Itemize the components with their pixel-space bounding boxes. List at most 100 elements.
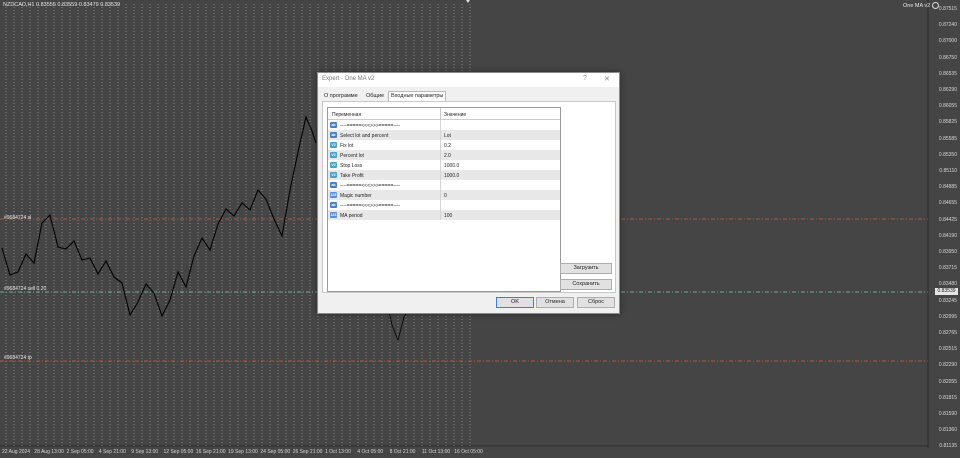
smiley-icon [931,2,939,9]
parameter-row[interactable]: 123 MA period 100 [328,210,560,220]
price-axis-label: 0.84190 [938,232,957,239]
parameter-row[interactable]: ab ----=====<<<>>>=====---- [328,200,560,210]
time-axis-label: 2 Sep 05:00 [66,449,94,455]
price-axis-label: 0.86055 [938,103,957,110]
price-axis-label: 0.83480 [938,281,957,288]
parameters-grid[interactable]: Переменная Значение ab ----=====<<<>>>===… [327,107,561,292]
parameter-row[interactable]: ab ----=====<<<>>>=====---- [328,180,560,190]
parameter-type-icon: V2 [330,162,337,168]
entry-level-label: #9684724 sell 0.20 [4,286,47,292]
parameter-name: Magic number [340,192,372,199]
price-axis-label: 0.81135 [939,443,957,450]
parameter-name: MA period [340,212,363,219]
parameter-name: Fix lot [340,142,354,149]
price-axis-label: 0.84655 [938,200,957,207]
price-axis-label: 0.81815 [938,394,957,401]
price-series-line [1,115,317,318]
close-icon[interactable]: ✕ [604,75,610,83]
parameter-name: ----=====<<<>>>=====---- [340,122,401,129]
price-axis-label: 0.81590 [938,411,957,417]
parameter-type-icon: ab [330,122,337,128]
price-axis-label: 0.83715 [938,265,957,272]
parameter-row[interactable]: V2 Fix lot 0.2 [328,140,560,150]
save-button[interactable]: Сохранить [560,279,612,290]
help-icon[interactable]: ? [583,75,587,82]
time-axis-label: 4 Sep 21:00 [98,449,126,455]
time-axis-label: 8 Oct 21:00 [389,449,416,455]
sl-level-label: #9684724 sl [4,215,32,221]
time-axis-label: 16 Oct 05:00 [454,449,483,455]
tab-about[interactable]: О программе [322,92,360,101]
price-axis-label: 0.84425 [938,216,957,223]
time-axis-label: 4 Oct 05:00 [357,449,384,455]
parameter-type-icon: 123 [330,192,337,198]
parameter-type-icon: ab [330,182,337,188]
inputs-panel: Переменная Значение ab ----=====<<<>>>===… [322,101,616,293]
grid-header: Переменная Значение [328,108,560,120]
parameter-row[interactable]: ab Select lot and percent Lot [328,130,560,140]
indicator-label: One MA v2 [903,2,939,9]
reset-button[interactable]: Сброс [577,297,615,308]
current-price-tag: 0.83539 [935,288,958,295]
parameter-value[interactable]: 1000.0 [444,173,459,179]
parameter-type-icon: ab [330,132,337,138]
parameter-row[interactable]: V2 Stop Loss 1000.0 [328,160,560,170]
parameter-name: Stop Loss [340,162,363,169]
parameter-value[interactable]: 2.0 [444,153,451,159]
price-axis-label: 0.81360 [938,427,957,434]
price-axis-label: 0.82290 [938,362,957,369]
column-header-value[interactable]: Значение [444,112,466,118]
price-axis-label: 0.87515 [938,6,957,12]
price-axis-label: 0.87000 [938,38,957,45]
time-axis-label: 12 Sep 05:00 [163,449,194,455]
price-axis-label: 0.82055 [938,378,957,385]
parameter-value[interactable]: Lot [444,133,451,139]
time-axis-label: 28 Aug 13:00 [34,449,64,455]
parameter-row[interactable]: 123 Magic number 0 [328,190,560,200]
parameter-value[interactable]: 1000.0 [444,163,459,169]
time-axis-label: 9 Sep 13:00 [131,449,159,455]
parameter-type-icon: ab [330,202,337,208]
time-axis-label: 22 Aug 2024 [2,449,31,455]
cancel-button[interactable]: Отмена [536,297,574,308]
chart-title: NZDCAD,H1 0.83555 0.83559 0.83479 0.8353… [3,2,121,8]
parameter-name: Select lot and percent [340,132,389,139]
parameter-type-icon: V2 [330,172,337,178]
price-axis-label: 0.84885 [938,184,957,191]
time-axis-label: 26 Sep 21:00 [292,449,323,455]
tp-level-label: #9684724 tp [4,355,32,361]
ok-button[interactable]: OK [496,297,534,308]
time-axis-label: 19 Sep 13:00 [228,449,258,455]
parameter-type-icon: V2 [330,142,337,148]
dialog-title: Expert - One MA v2 [322,76,375,82]
parameter-row[interactable]: V2 Take Profit 1000.0 [328,170,560,180]
parameter-value[interactable]: 0 [444,193,447,199]
time-axis-label: 11 Oct 13:00 [421,449,451,455]
parameter-value[interactable]: 0.2 [444,143,451,149]
parameter-name: ----=====<<<>>>=====---- [340,202,401,209]
price-axis-label: 0.87240 [938,22,957,29]
price-axis-label: 0.86535 [938,70,957,77]
time-axis-label: 16 Sep 21:00 [195,449,226,455]
parameter-value[interactable]: 100 [444,213,452,219]
price-axis-label: 0.82765 [938,330,957,336]
time-axis-label: 1 Oct 13:00 [325,449,351,455]
price-axis-label: 0.85350 [938,151,957,158]
price-axis-label: 0.86290 [938,87,957,93]
column-header-variable[interactable]: Переменная [332,112,361,118]
parameter-name: Take Profit [340,172,364,179]
dialog-titlebar[interactable]: Expert - One MA v2 ? ✕ [318,73,619,87]
parameter-name: Percent lot [340,152,364,159]
price-axis-label: 0.85110 [939,168,957,174]
load-button[interactable]: Загрузить [560,263,612,274]
expert-properties-dialog[interactable]: Expert - One MA v2 ? ✕ О программе Общие… [317,72,620,314]
price-axis-label: 0.85585 [938,135,957,142]
price-axis-label: 0.82515 [938,346,957,353]
tab-common[interactable]: Общие [364,92,386,101]
time-axis-label: 24 Sep 05:00 [260,449,291,455]
parameter-name: ----=====<<<>>>=====---- [340,182,401,189]
chart-shift-marker-icon[interactable] [466,0,470,3]
price-axis-label: 0.86750 [938,54,957,61]
parameter-row[interactable]: ab ----=====<<<>>>=====---- [328,120,560,130]
parameter-row[interactable]: V2 Percent lot 2.0 [328,150,560,160]
